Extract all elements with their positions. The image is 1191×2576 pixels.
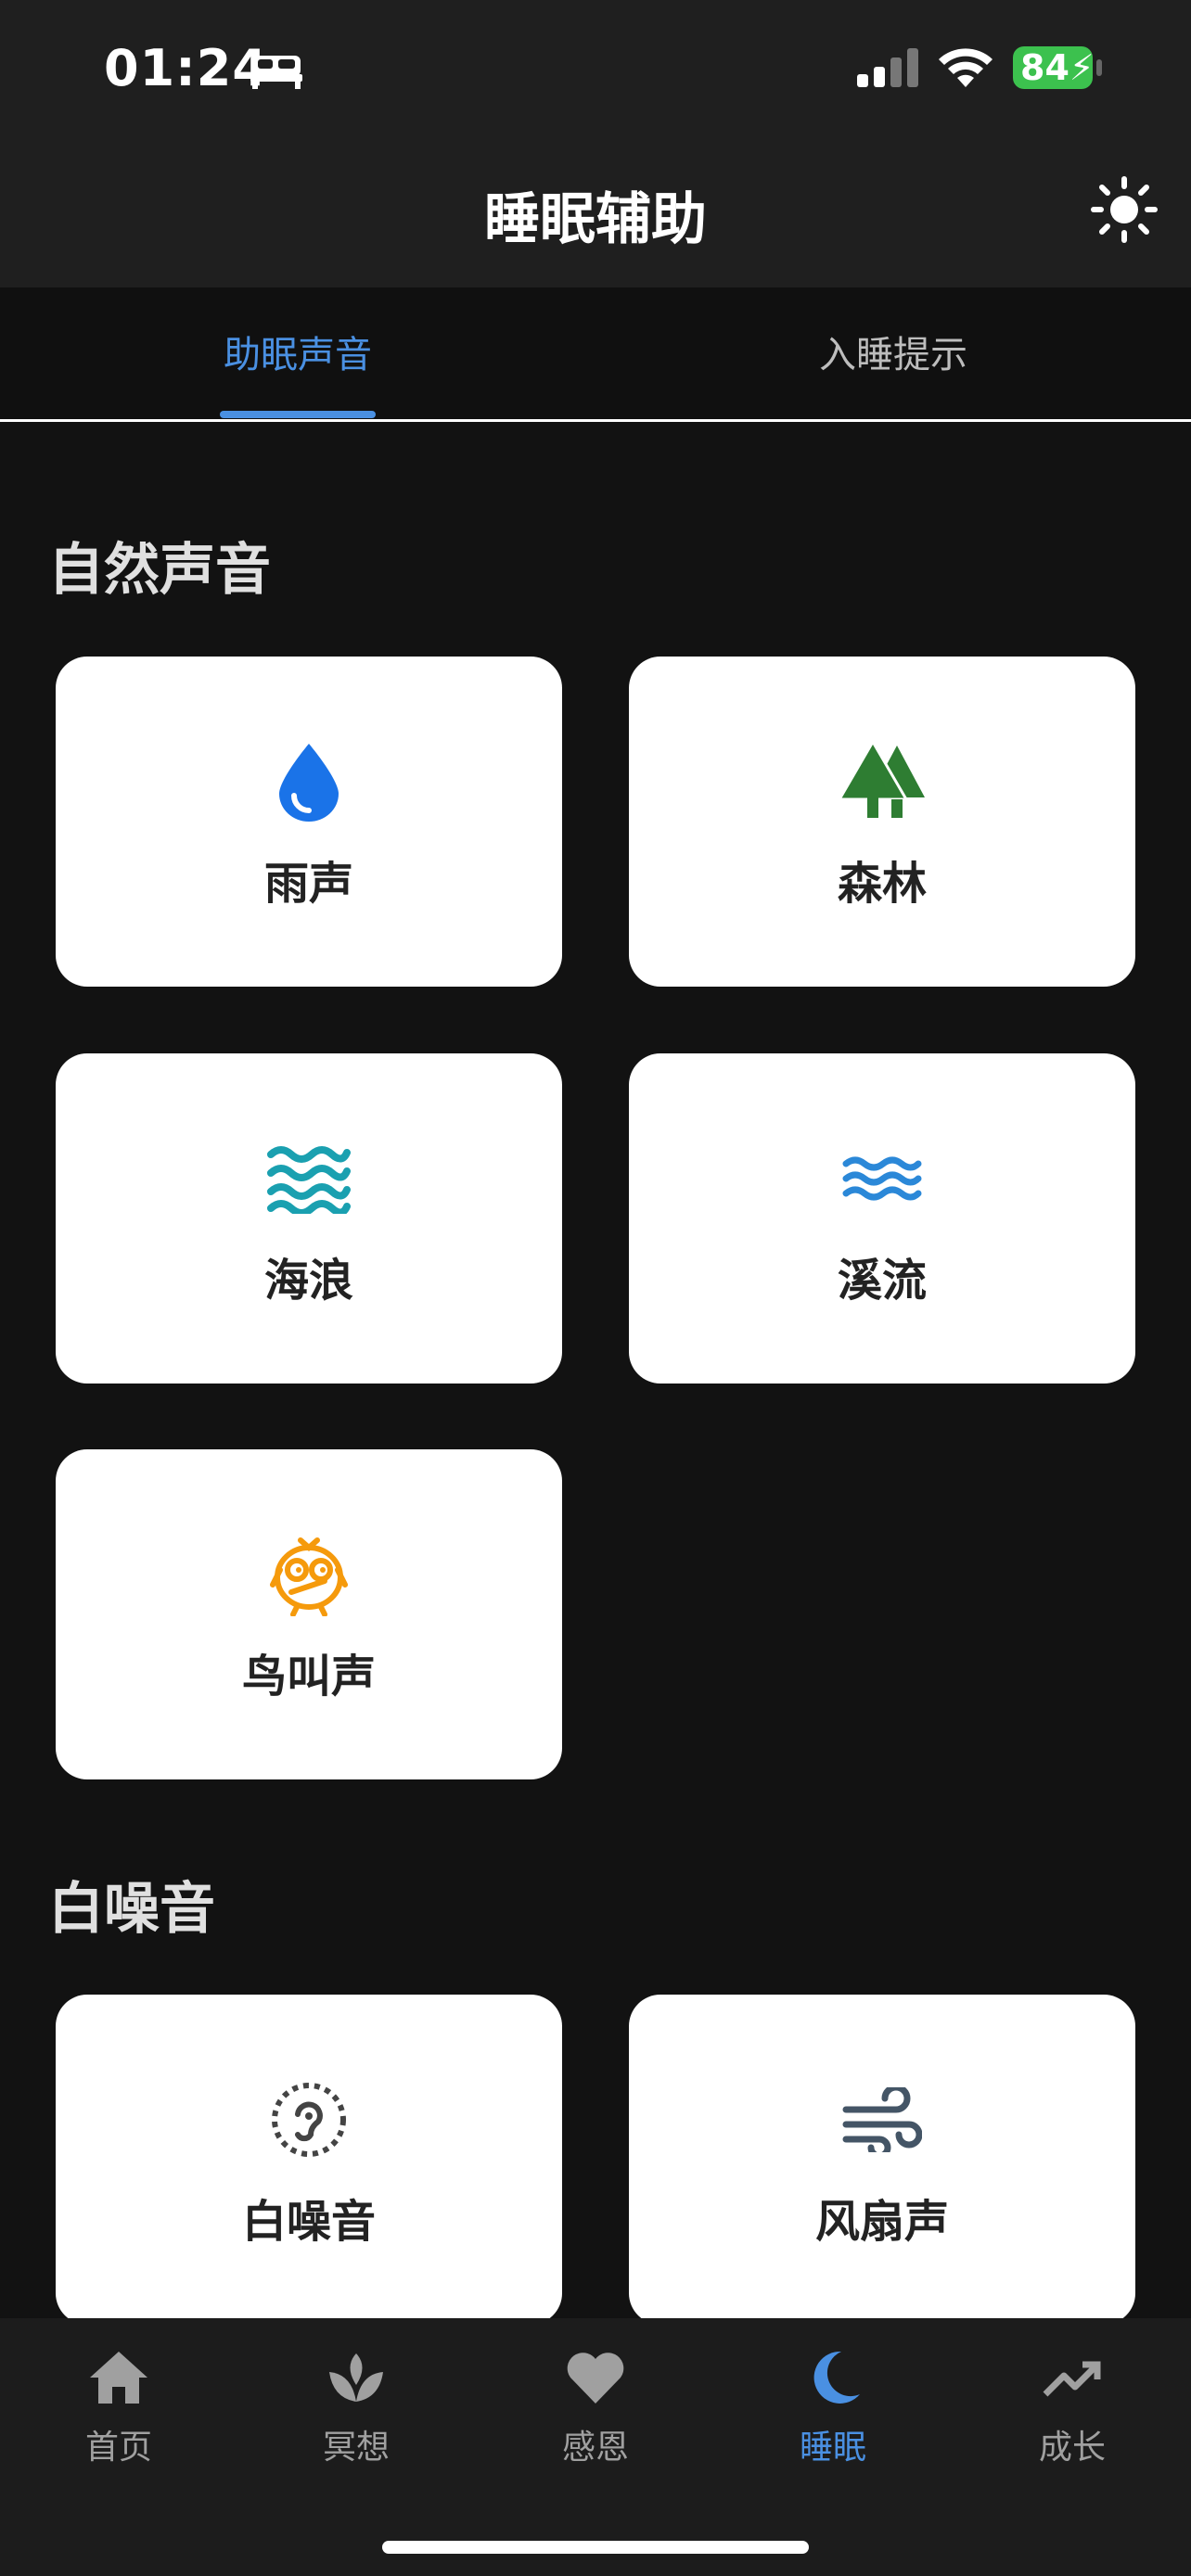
section-title-nature: 自然声音 xyxy=(48,538,271,603)
charging-bolt-icon: ⚡ xyxy=(1069,47,1095,88)
battery-indicator: 84⚡ xyxy=(1013,46,1095,89)
tab-bar: 助眠声音 入睡提示 xyxy=(0,287,1191,422)
tab-sleep-tips[interactable]: 入睡提示 xyxy=(596,325,1191,378)
noise-ear-icon xyxy=(272,2083,346,2157)
section-title-white-noise: 白噪音 xyxy=(48,1877,215,1942)
sound-card-label: 雨声 xyxy=(263,858,353,910)
status-bar: 01:24 84⚡ xyxy=(0,0,1191,139)
wind-icon xyxy=(842,2087,922,2152)
waves-icon xyxy=(267,1146,351,1214)
nav-item-gratitude[interactable]: 感恩 xyxy=(477,2346,714,2476)
nav-label: 感恩 xyxy=(561,2429,629,2467)
heart-icon xyxy=(567,2353,624,2404)
nav-label: 首页 xyxy=(84,2429,152,2467)
nav-item-home[interactable]: 首页 xyxy=(0,2346,237,2476)
sound-card-label: 鸟叫声 xyxy=(241,1651,376,1702)
sound-card-waves[interactable]: 海浪 xyxy=(56,1053,562,1384)
trending-up-icon xyxy=(1043,2361,1101,2397)
app-bar: 睡眠辅助 xyxy=(0,139,1191,287)
sound-card-forest[interactable]: 森林 xyxy=(629,657,1135,987)
nav-label: 睡眠 xyxy=(799,2429,866,2467)
wifi-icon xyxy=(939,48,992,87)
water-drop-icon xyxy=(279,744,339,822)
moon-icon xyxy=(813,2351,860,2404)
sound-card-rain[interactable]: 雨声 xyxy=(56,657,562,987)
nav-label: 成长 xyxy=(1038,2429,1106,2467)
nav-item-sleep[interactable]: 睡眠 xyxy=(714,2346,952,2476)
bottom-nav: 首页 冥想 感恩 睡眠 成长 xyxy=(0,2318,1191,2576)
battery-level: 84 xyxy=(1020,47,1069,88)
sound-card-label: 白噪音 xyxy=(241,2196,376,2248)
sound-card-white-noise[interactable]: 白噪音 xyxy=(56,1995,562,2325)
bird-icon xyxy=(270,1537,348,1616)
nav-item-meditation[interactable]: 冥想 xyxy=(237,2346,475,2476)
sound-card-label: 风扇声 xyxy=(814,2196,949,2248)
signal-icon xyxy=(857,48,918,87)
home-indicator[interactable] xyxy=(382,2541,809,2554)
lotus-icon xyxy=(329,2353,383,2402)
sound-card-fan[interactable]: 风扇声 xyxy=(629,1995,1135,2325)
nav-item-growth[interactable]: 成长 xyxy=(954,2346,1191,2476)
active-tab-indicator xyxy=(220,411,376,418)
battery-cap xyxy=(1096,59,1102,76)
sound-card-label: 森林 xyxy=(837,858,927,910)
status-time: 01:24 xyxy=(104,39,268,97)
theme-toggle-sun-icon[interactable] xyxy=(1091,176,1158,243)
sound-card-birds[interactable]: 鸟叫声 xyxy=(56,1449,562,1779)
nav-label: 冥想 xyxy=(322,2429,390,2467)
bed-icon xyxy=(250,56,302,89)
sound-card-label: 溪流 xyxy=(837,1255,927,1307)
page-title: 睡眠辅助 xyxy=(484,187,707,252)
stream-icon xyxy=(842,1156,922,1201)
forest-icon xyxy=(837,742,925,818)
sound-card-label: 海浪 xyxy=(263,1255,353,1307)
tab-sleep-sounds[interactable]: 助眠声音 xyxy=(0,325,596,378)
sound-card-stream[interactable]: 溪流 xyxy=(629,1053,1135,1384)
home-icon xyxy=(90,2352,147,2404)
